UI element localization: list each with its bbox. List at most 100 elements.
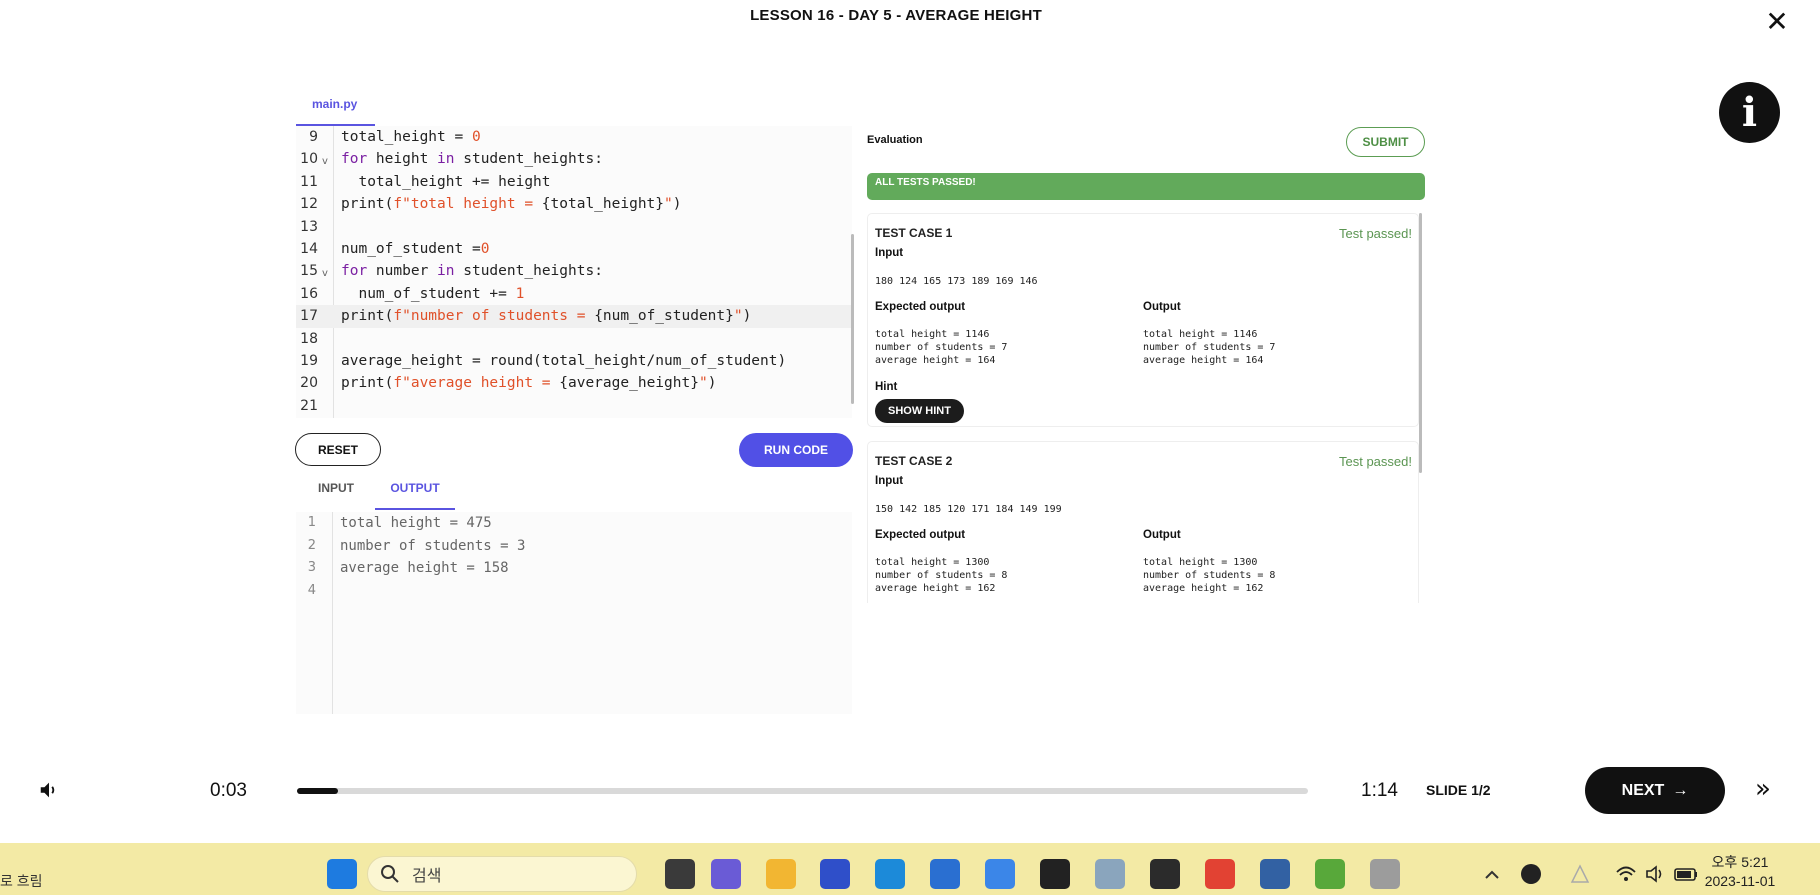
show-hint-button[interactable]: SHOW HINT [875,399,964,423]
taskbar-clock[interactable]: 오후 5:21 2023-11-01 [1685,853,1795,891]
volume-icon[interactable] [38,779,60,801]
chrome-browser-icon[interactable] [1205,859,1235,889]
tab-input[interactable]: INPUT [298,480,374,510]
code-token: {average_height} [559,375,699,392]
file-explorer-icon[interactable] [766,859,796,889]
output-line: 2 number of students = 3 [296,535,852,558]
code-token: for [341,151,368,168]
test-case-status: Test passed! [1339,226,1412,241]
code-token: number [367,263,438,280]
test-cases-list[interactable]: TEST CASE 1 Test passed! Input 180 124 1… [867,213,1425,603]
windows-taskbar [0,843,1820,895]
expected-output-label: Expected output [875,301,966,313]
code-token: " [698,375,708,392]
code-text: average_height = round(total_height/num_… [341,350,786,372]
close-icon[interactable]: ✕ [1762,5,1792,38]
info-icon[interactable]: i [1719,82,1780,143]
expected-output-text: total height = 1300 number of students =… [875,557,1008,594]
file-tab-main-py[interactable]: main.py [296,96,375,126]
test-cases-scrollbar[interactable] [1419,213,1422,473]
test-case-input: 150 142 185 120 171 184 149 199 [875,504,1062,515]
app-green-icon[interactable] [1315,859,1345,889]
input-label: Input [875,247,904,259]
line-number: 10 [300,151,318,168]
task-view-icon[interactable] [665,859,695,889]
editor-scrollbar[interactable] [851,234,854,404]
line-number: 1 [307,515,316,530]
output-line: 4 [296,580,852,603]
wifi-icon[interactable] [1615,864,1637,884]
code-line[interactable]: 21 [296,395,852,417]
code-line[interactable]: 17 print(f"number of students = {num_of_s… [296,305,852,328]
code-line[interactable]: 15 v for number in student_heights: [296,260,852,282]
clock-date: 2023-11-01 [1704,873,1776,889]
code-line[interactable]: 20 print(f"average height = {average_heig… [296,372,852,394]
slide-indicator: SLIDE 1/2 [1426,782,1491,798]
code-line[interactable]: 13 [296,216,852,238]
total-time: 1:14 [1361,780,1398,801]
test-case-title: TEST CASE 1 [875,226,953,240]
taskbar-search-box[interactable] [367,856,637,892]
app-blue-icon[interactable] [1260,859,1290,889]
app-x-icon[interactable] [1521,864,1541,884]
next-button[interactable]: NEXT → [1585,767,1725,814]
line-number: 12 [300,196,318,213]
terminal-icon[interactable] [1040,859,1070,889]
run-code-button[interactable]: RUN CODE [739,433,853,467]
code-line[interactable]: 10 v for height in student_heights: [296,148,852,170]
code-line[interactable]: 18 [296,328,852,350]
chevron-up-icon[interactable] [1480,863,1504,887]
code-editor[interactable]: 9 total_height = 0 10 v for height in studen… [296,126,852,418]
ms-store-icon[interactable] [930,859,960,889]
line-number: 11 [300,173,318,190]
line-number: 21 [300,397,318,414]
test-case-input: 180 124 165 173 189 169 146 [875,276,1038,287]
code-text: print(f"total height = {total_height}") [341,193,681,215]
tab-output[interactable]: OUTPUT [375,480,455,510]
progress-fill [297,788,339,794]
windows-start-icon[interactable] [327,859,357,889]
code-token: " [664,196,673,213]
edge-browser-icon[interactable] [875,859,905,889]
code-line[interactable]: 19 average_height = round(total_height/nu… [296,350,852,372]
weather-widget[interactable]: 로 흐림 [0,871,43,891]
code-token: in [437,151,455,168]
code-line[interactable]: 9 total_height = 0 [296,126,852,148]
code-token: height [367,151,438,168]
typora-icon[interactable] [1370,859,1400,889]
output-line: 3 average height = 158 [296,557,852,580]
submit-button[interactable]: SUBMIT [1346,127,1425,157]
output-console: 1 total height = 475 2 number of students =… [296,512,852,714]
code-token: for [341,263,368,280]
code-token: print( [341,308,394,325]
output-label: Output [1143,301,1181,313]
code-token: student_heights: [454,263,603,280]
progress-bar[interactable] [297,788,1308,794]
code-text: print(f"number of students = {num_of_stu… [341,305,751,327]
code-token: in [437,263,455,280]
output-text: number of students = 3 [340,537,526,554]
code-text: num_of_student += 1 [341,283,524,305]
bing-icon[interactable] [985,859,1015,889]
speaker-icon[interactable] [1645,864,1667,884]
photos-icon[interactable] [1095,859,1125,889]
arrow-right-icon: → [1672,781,1689,799]
app-c-icon[interactable] [820,859,850,889]
code-token: student_heights: [454,151,603,168]
code-line[interactable]: 12 print(f"total height = {total_height}"… [296,193,852,215]
network-app-icon[interactable] [1570,864,1590,884]
sticky-notes-icon[interactable] [1150,859,1180,889]
reset-button[interactable]: RESET [295,433,381,466]
test-case-title: TEST CASE 2 [875,454,953,468]
skip-forward-icon[interactable]: » [1755,776,1771,802]
code-line[interactable]: 16 num_of_student += 1 [296,283,852,305]
code-token: {num_of_student} [594,308,734,325]
code-token: total_height = [341,129,472,145]
output-text: average height = 158 [340,560,509,577]
expected-output-text: total height = 1146 number of students =… [875,329,1008,366]
code-token: print( [341,196,394,213]
code-token: {total_height} [541,196,665,213]
teams-chat-icon[interactable] [711,859,741,889]
code-line[interactable]: 14 num_of_student =0 [296,238,852,260]
code-line[interactable]: 11 total_height += height [296,171,852,193]
